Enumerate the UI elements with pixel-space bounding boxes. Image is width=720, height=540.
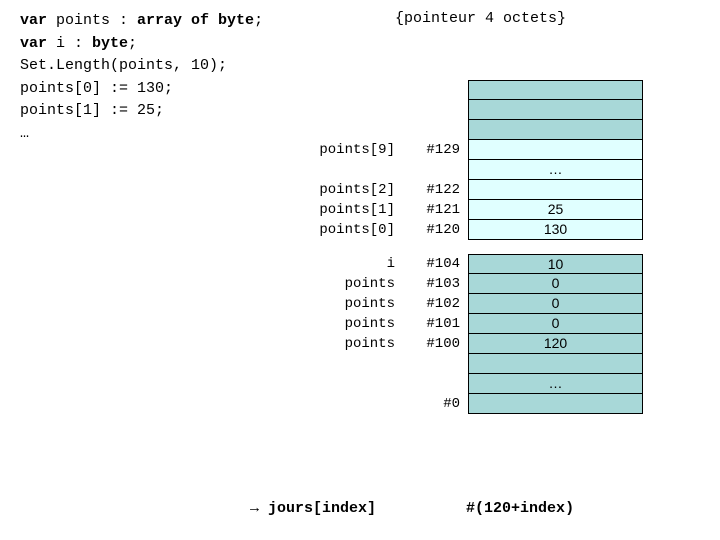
memory-row bbox=[280, 80, 690, 100]
kw-type: byte bbox=[92, 35, 128, 52]
row-label: points[2] bbox=[280, 180, 405, 200]
memory-diagram: points[9]#129…points[2]#122points[1]#121… bbox=[280, 80, 690, 414]
row-label bbox=[280, 80, 405, 100]
row-label bbox=[280, 394, 405, 414]
row-address: #129 bbox=[405, 140, 468, 160]
kw-var: var bbox=[20, 35, 47, 52]
row-address: #100 bbox=[405, 334, 468, 354]
row-label bbox=[280, 160, 405, 180]
row-label: points bbox=[280, 294, 405, 314]
memory-cell: 10 bbox=[468, 254, 643, 274]
row-label: points bbox=[280, 334, 405, 354]
memory-row: points[0]#120130 bbox=[280, 220, 690, 240]
arrow-icon: → bbox=[250, 500, 259, 517]
footer-expression: → jours[index] #(120+index) bbox=[250, 500, 574, 517]
memory-cell: 120 bbox=[468, 334, 643, 354]
memory-row: points[1]#12125 bbox=[280, 200, 690, 220]
memory-cell: 0 bbox=[468, 274, 643, 294]
memory-row: points#1010 bbox=[280, 314, 690, 334]
memory-row: … bbox=[280, 160, 690, 180]
row-address: #102 bbox=[405, 294, 468, 314]
code-line-2: var i : byte; bbox=[20, 33, 700, 56]
row-label: points bbox=[280, 274, 405, 294]
memory-row: points#100120 bbox=[280, 334, 690, 354]
code-line-1: var points : array of byte; bbox=[20, 10, 700, 33]
memory-cell: … bbox=[468, 374, 643, 394]
row-address bbox=[405, 354, 468, 374]
row-label bbox=[280, 100, 405, 120]
row-address bbox=[405, 160, 468, 180]
row-label bbox=[280, 354, 405, 374]
memory-cell: … bbox=[468, 160, 643, 180]
row-address: #120 bbox=[405, 220, 468, 240]
memory-cell bbox=[468, 80, 643, 100]
row-label bbox=[280, 374, 405, 394]
pointer-comment: {pointeur 4 octets} bbox=[395, 10, 566, 27]
row-address bbox=[405, 120, 468, 140]
row-address: #104 bbox=[405, 254, 468, 274]
memory-cell: 0 bbox=[468, 294, 643, 314]
kw-var: var bbox=[20, 12, 47, 29]
row-label: i bbox=[280, 254, 405, 274]
memory-row: points#1020 bbox=[280, 294, 690, 314]
memory-cell bbox=[468, 394, 643, 414]
memory-row: i#10410 bbox=[280, 254, 690, 274]
memory-cell: 130 bbox=[468, 220, 643, 240]
memory-cell: 0 bbox=[468, 314, 643, 334]
memory-cell bbox=[468, 180, 643, 200]
row-address bbox=[405, 374, 468, 394]
row-address: #121 bbox=[405, 200, 468, 220]
memory-row: #0 bbox=[280, 394, 690, 414]
memory-row: points#1030 bbox=[280, 274, 690, 294]
row-label: points[9] bbox=[280, 140, 405, 160]
memory-cell bbox=[468, 100, 643, 120]
memory-cell bbox=[468, 140, 643, 160]
footer-left: jours[index] bbox=[259, 500, 376, 517]
row-address bbox=[405, 80, 468, 100]
footer-right: #(120+index) bbox=[466, 500, 574, 517]
row-label: points bbox=[280, 314, 405, 334]
memory-row: points[9]#129 bbox=[280, 140, 690, 160]
row-label: points[1] bbox=[280, 200, 405, 220]
memory-row bbox=[280, 120, 690, 140]
row-address: #0 bbox=[405, 394, 468, 414]
memory-row bbox=[280, 100, 690, 120]
memory-row bbox=[280, 354, 690, 374]
memory-cell: 25 bbox=[468, 200, 643, 220]
row-address: #122 bbox=[405, 180, 468, 200]
memory-row: points[2]#122 bbox=[280, 180, 690, 200]
memory-cell bbox=[468, 354, 643, 374]
row-label: points[0] bbox=[280, 220, 405, 240]
memory-cell bbox=[468, 120, 643, 140]
row-label bbox=[280, 120, 405, 140]
memory-row: … bbox=[280, 374, 690, 394]
row-address: #103 bbox=[405, 274, 468, 294]
code-line-3: Set.Length(points, 10); bbox=[20, 55, 700, 78]
row-address: #101 bbox=[405, 314, 468, 334]
kw-type: array of byte bbox=[137, 12, 254, 29]
row-address bbox=[405, 100, 468, 120]
